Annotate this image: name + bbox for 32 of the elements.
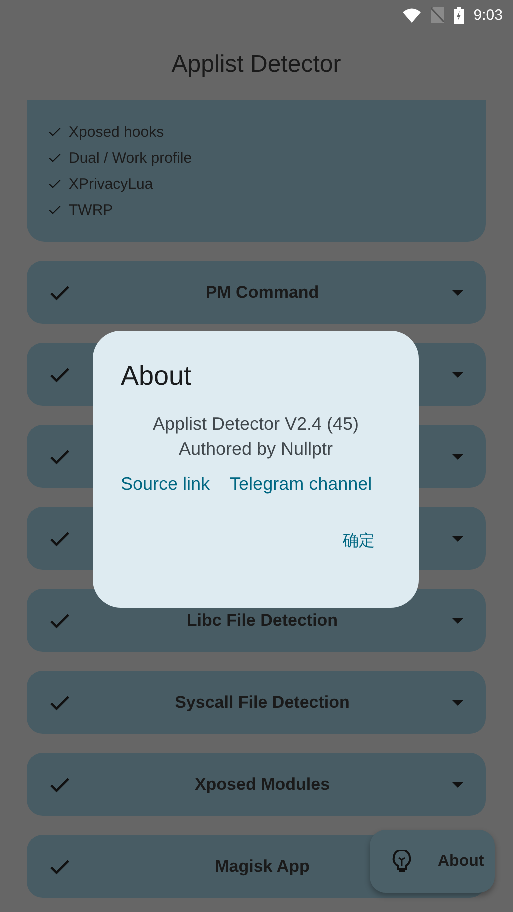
- status-time: 9:03: [474, 6, 503, 24]
- dialog-link[interactable]: Source link: [121, 474, 210, 495]
- detection-row[interactable]: Syscall File Detection: [27, 671, 486, 734]
- dropdown-icon[interactable]: [452, 454, 464, 460]
- dialog-title: About: [121, 361, 193, 392]
- app-title: Applist Detector: [172, 51, 342, 79]
- dropdown-icon[interactable]: [452, 372, 464, 378]
- dropdown-icon[interactable]: [452, 700, 464, 706]
- detection-title: Syscall File Detection: [175, 692, 350, 712]
- summary-item: Xposed hooks: [69, 124, 164, 140]
- summary-item: XPrivacyLua: [69, 176, 154, 192]
- detection-row[interactable]: PM Command: [27, 261, 486, 324]
- dropdown-icon[interactable]: [452, 618, 464, 624]
- detection-title: Magisk App: [215, 856, 310, 876]
- detection-title: PM Command: [206, 282, 320, 302]
- dropdown-icon[interactable]: [452, 782, 464, 788]
- summary-item: Dual / Work profile: [69, 150, 192, 166]
- about-fab[interactable]: About: [370, 830, 495, 893]
- battery-charging-icon: [454, 6, 464, 24]
- dropdown-icon[interactable]: [452, 290, 464, 296]
- wifi-icon: [402, 8, 421, 22]
- dialog-text: Applist Detector V2.4 (45): [152, 413, 360, 436]
- detection-title: Libc File Detection: [186, 610, 338, 630]
- lightbulb-icon: [392, 850, 412, 874]
- summary-item: TWRP: [69, 202, 114, 218]
- detection-row[interactable]: Xposed Modules: [27, 753, 486, 816]
- dialog-link[interactable]: Telegram channel: [230, 474, 372, 495]
- detection-title: Xposed Modules: [194, 774, 330, 794]
- dialog-text: Authored by Nullptr: [178, 438, 334, 461]
- ok-button[interactable]: 确定: [327, 525, 391, 558]
- no-sim-icon: [430, 7, 444, 23]
- dropdown-icon[interactable]: [452, 536, 464, 542]
